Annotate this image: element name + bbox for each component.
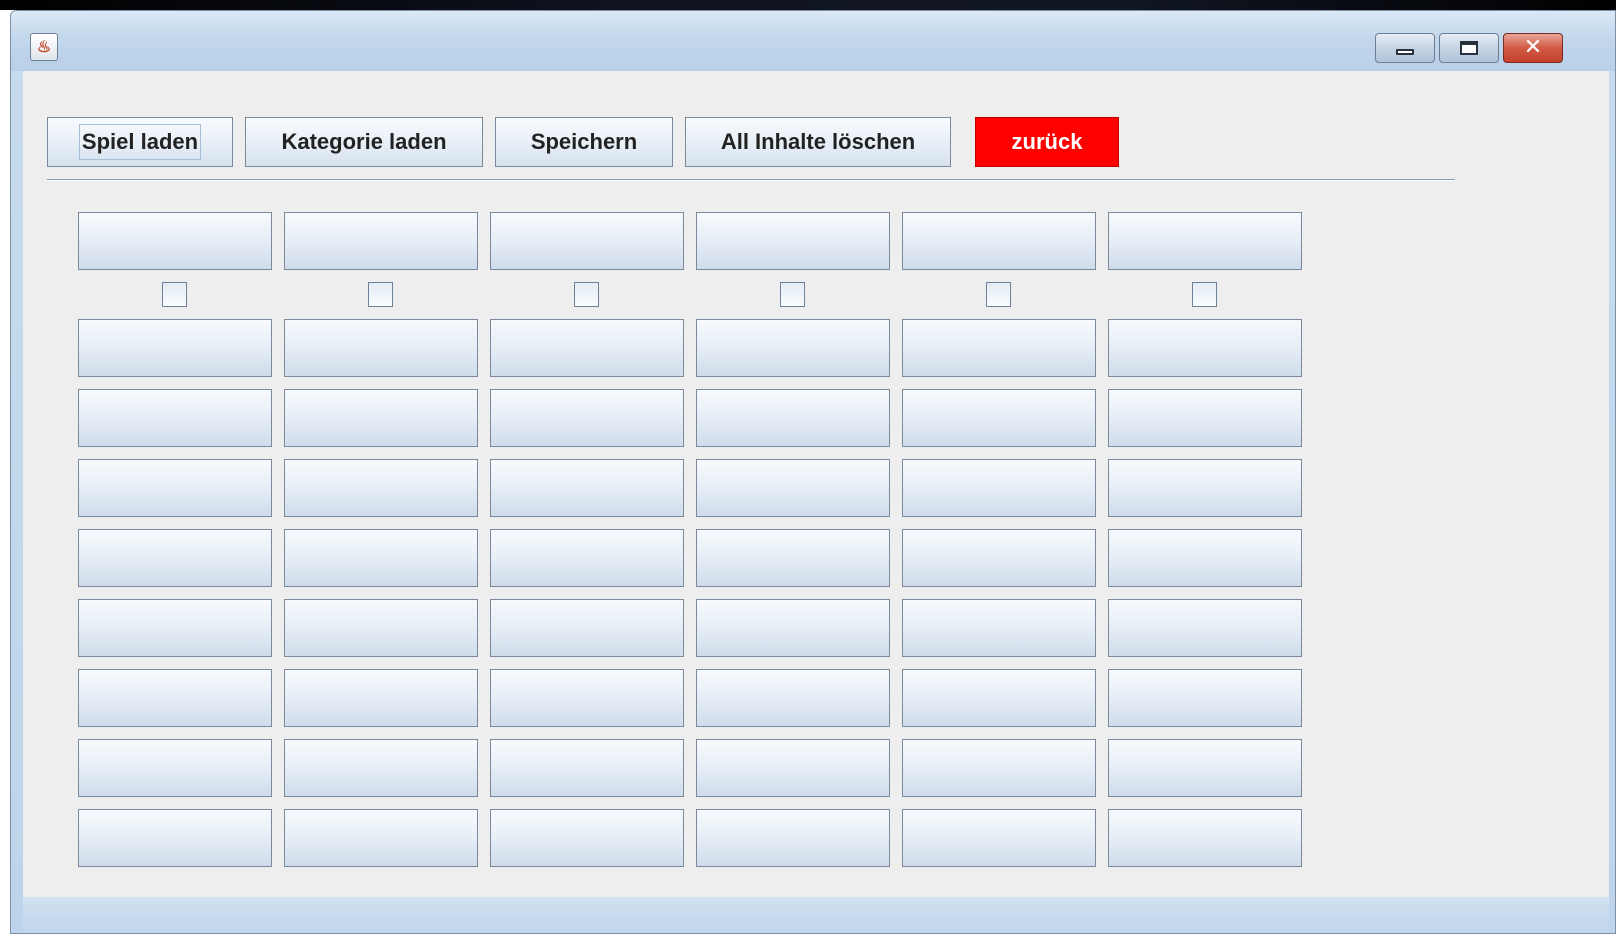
question-cell-button[interactable] (490, 319, 684, 377)
question-cell-button[interactable] (902, 599, 1096, 657)
app-window: ♨ ✕ Spiel laden Kategorie laden Speicher… (10, 10, 1616, 934)
question-cell-button[interactable] (1108, 669, 1302, 727)
question-cell-button[interactable] (902, 809, 1096, 867)
category-checkbox[interactable] (368, 282, 393, 307)
maximize-icon (1460, 41, 1478, 55)
question-cell-button[interactable] (490, 459, 684, 517)
category-header-button[interactable] (1108, 212, 1302, 270)
question-cell-button[interactable] (284, 529, 478, 587)
question-cell-button[interactable] (1108, 809, 1302, 867)
category-header-button[interactable] (490, 212, 684, 270)
question-cell-button[interactable] (490, 739, 684, 797)
close-icon: ✕ (1523, 35, 1543, 60)
save-button[interactable]: Speichern (495, 117, 673, 167)
question-cell-button[interactable] (490, 809, 684, 867)
minimize-button[interactable] (1375, 33, 1435, 63)
minimize-icon (1396, 49, 1414, 55)
window-bottom-border (23, 897, 1609, 933)
question-cell-button[interactable] (1108, 739, 1302, 797)
question-cell-button[interactable] (284, 669, 478, 727)
back-label: zurück (1011, 129, 1083, 154)
question-cell-button[interactable] (902, 529, 1096, 587)
question-cell-button[interactable] (1108, 529, 1302, 587)
clear-all-button[interactable]: All Inhalte löschen (685, 117, 951, 167)
question-cell-button[interactable] (1108, 389, 1302, 447)
question-cell-button[interactable] (696, 669, 890, 727)
question-cell-button[interactable] (902, 389, 1096, 447)
back-button[interactable]: zurück (975, 117, 1119, 167)
question-cell-button[interactable] (78, 529, 272, 587)
toolbar-divider (47, 179, 1455, 181)
category-header-button[interactable] (284, 212, 478, 270)
category-header-button[interactable] (78, 212, 272, 270)
question-cell-button[interactable] (78, 459, 272, 517)
close-button[interactable]: ✕ (1503, 33, 1563, 63)
question-cell-button[interactable] (78, 809, 272, 867)
question-cell-button[interactable] (902, 669, 1096, 727)
question-cell-button[interactable] (284, 459, 478, 517)
question-cell-button[interactable] (1108, 599, 1302, 657)
question-cell-button[interactable] (284, 599, 478, 657)
category-checkbox[interactable] (1192, 282, 1217, 307)
maximize-button[interactable] (1439, 33, 1499, 63)
question-cell-button[interactable] (696, 809, 890, 867)
question-cell-button[interactable] (696, 459, 890, 517)
question-cell-button[interactable] (284, 739, 478, 797)
question-cell-button[interactable] (78, 389, 272, 447)
question-cell-button[interactable] (490, 599, 684, 657)
load-category-button[interactable]: Kategorie laden (245, 117, 483, 167)
question-cell-button[interactable] (78, 319, 272, 377)
content-pane: Spiel laden Kategorie laden Speichern Al… (23, 71, 1609, 897)
question-cell-button[interactable] (696, 319, 890, 377)
question-cell-button[interactable] (696, 529, 890, 587)
category-header-button[interactable] (902, 212, 1096, 270)
question-cell-button[interactable] (490, 669, 684, 727)
question-cell-button[interactable] (902, 459, 1096, 517)
question-cell-button[interactable] (284, 809, 478, 867)
question-cell-button[interactable] (902, 739, 1096, 797)
clear-all-label: All Inhalte löschen (720, 129, 916, 154)
question-cell-button[interactable] (1108, 459, 1302, 517)
category-checkbox[interactable] (574, 282, 599, 307)
load-game-label: Spiel laden (78, 124, 202, 160)
java-cup-icon[interactable]: ♨ (30, 33, 58, 61)
category-checkbox[interactable] (986, 282, 1011, 307)
question-cell-button[interactable] (490, 389, 684, 447)
load-category-label: Kategorie laden (281, 129, 447, 154)
question-cell-button[interactable] (78, 599, 272, 657)
question-cell-button[interactable] (78, 669, 272, 727)
category-checkbox[interactable] (162, 282, 187, 307)
question-cell-button[interactable] (490, 529, 684, 587)
category-checkbox[interactable] (780, 282, 805, 307)
question-cell-button[interactable] (1108, 319, 1302, 377)
question-cell-button[interactable] (284, 319, 478, 377)
load-game-button[interactable]: Spiel laden (47, 117, 233, 167)
save-label: Speichern (530, 129, 638, 154)
question-cell-button[interactable] (696, 599, 890, 657)
question-cell-button[interactable] (902, 319, 1096, 377)
desktop-strip (0, 0, 1616, 10)
question-cell-button[interactable] (284, 389, 478, 447)
question-cell-button[interactable] (78, 739, 272, 797)
question-cell-button[interactable] (696, 739, 890, 797)
title-bar[interactable]: ♨ ✕ (11, 11, 1615, 71)
category-header-button[interactable] (696, 212, 890, 270)
screen: ♨ ✕ Spiel laden Kategorie laden Speicher… (0, 0, 1616, 934)
question-cell-button[interactable] (696, 389, 890, 447)
